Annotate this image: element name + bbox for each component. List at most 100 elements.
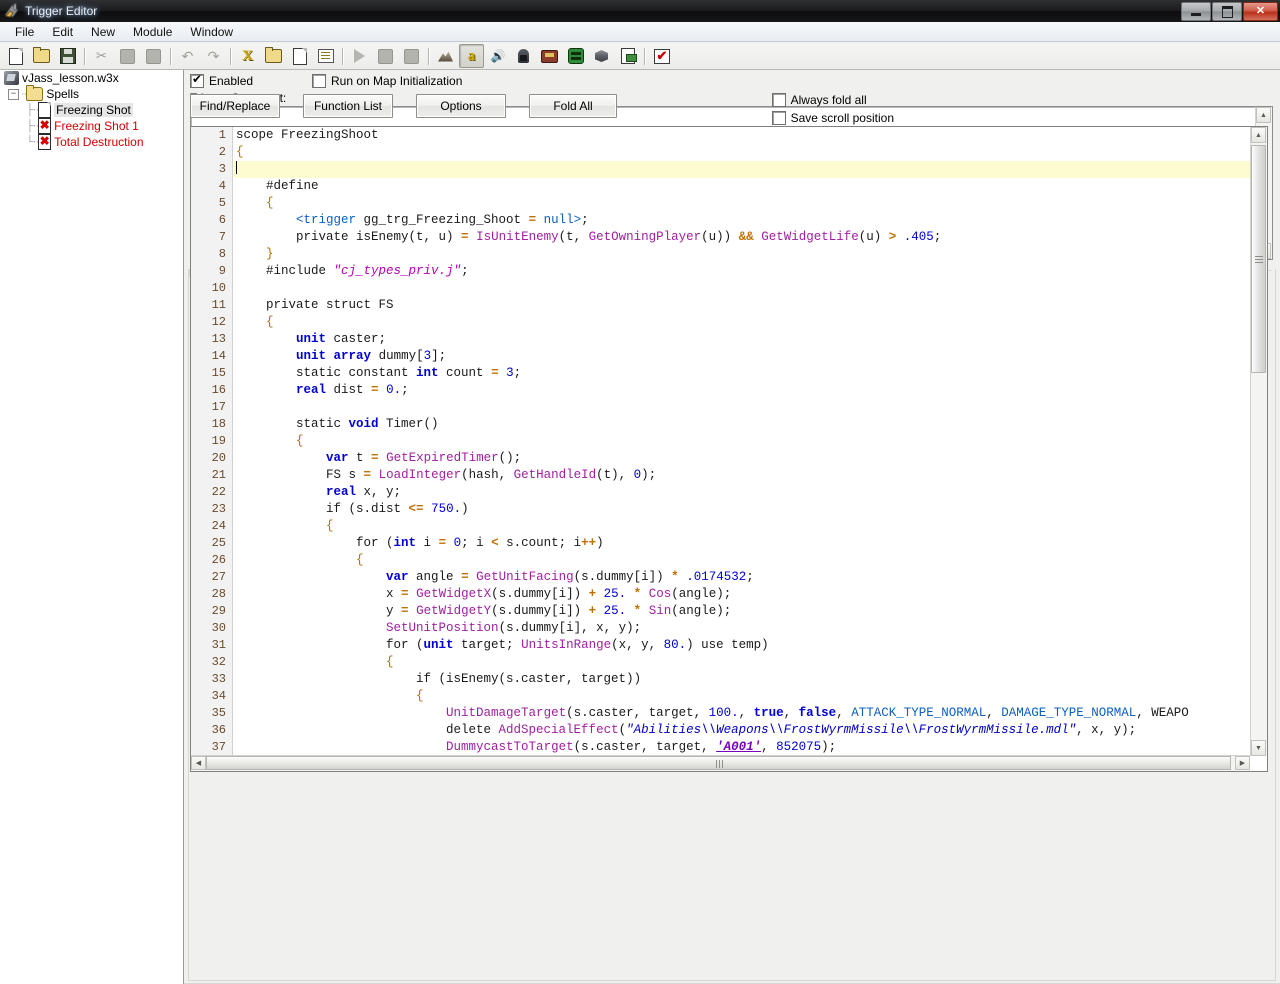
code-line[interactable]: { bbox=[234, 552, 1250, 569]
close-map-button[interactable]: X bbox=[235, 44, 260, 68]
code-line[interactable]: { bbox=[234, 518, 1250, 535]
code-line[interactable]: private isEnemy(t, u) = IsUnitEnemy(t, G… bbox=[234, 229, 1250, 246]
open-folder-button[interactable] bbox=[29, 44, 54, 68]
function-list-button[interactable]: Function List bbox=[303, 94, 393, 118]
code-line[interactable]: SetUnitPosition(s.dummy[i], x, y); bbox=[234, 620, 1250, 637]
code-line[interactable]: delete AddSpecialEffect("Abilities\\Weap… bbox=[234, 722, 1250, 739]
window-controls[interactable]: ✕ bbox=[1181, 2, 1278, 21]
new-file-button[interactable] bbox=[3, 44, 28, 68]
code-line[interactable]: { bbox=[234, 144, 1250, 161]
tree-category-spells[interactable]: − ·· Spells bbox=[0, 86, 183, 102]
menu-window[interactable]: Window bbox=[181, 23, 242, 41]
code-line[interactable]: } bbox=[234, 246, 1250, 263]
close-button[interactable]: ✕ bbox=[1243, 2, 1278, 21]
new-category-button[interactable] bbox=[261, 44, 286, 68]
code-line[interactable]: if (s.dist <= 750.) bbox=[234, 501, 1250, 518]
tree-item-freezing-shot-1[interactable]: ├·· Freezing Shot 1 bbox=[0, 118, 183, 134]
code-line[interactable]: { bbox=[234, 314, 1250, 331]
code-line[interactable]: #include "cj_types_priv.j"; bbox=[234, 263, 1250, 280]
menu-new[interactable]: New bbox=[82, 23, 124, 41]
minimize-button[interactable] bbox=[1181, 2, 1211, 21]
title-bar[interactable]: Trigger Editor ✕ bbox=[0, 0, 1280, 22]
code-line[interactable]: var angle = GetUnitFacing(s.dummy[i]) * … bbox=[234, 569, 1250, 586]
object-editor-button[interactable] bbox=[511, 44, 536, 68]
undo-button[interactable]: ↶ bbox=[175, 44, 200, 68]
editor-horizontal-scrollbar[interactable]: ◀ ▶ bbox=[191, 755, 1250, 771]
enabled-checkbox[interactable]: Enabled bbox=[190, 74, 312, 88]
object-manager-button[interactable] bbox=[589, 44, 614, 68]
menu-edit[interactable]: Edit bbox=[43, 23, 82, 41]
code-line[interactable]: { bbox=[234, 688, 1250, 705]
code-line[interactable]: var t = GetExpiredTimer(); bbox=[234, 450, 1250, 467]
find-replace-button[interactable]: Find/Replace bbox=[190, 94, 280, 118]
save-scroll-position-checkbox[interactable]: Save scroll position bbox=[772, 111, 894, 125]
code-line[interactable]: scope FreezingShoot bbox=[234, 127, 1250, 144]
code-line[interactable]: if (isEnemy(s.caster, target)) bbox=[234, 671, 1250, 688]
code-line[interactable]: y = GetWidgetY(s.dummy[i]) + 25. * Sin(a… bbox=[234, 603, 1250, 620]
code-editor[interactable]: 1234567891011121314151617181920212223242… bbox=[190, 126, 1268, 772]
code-line[interactable]: for (unit target; UnitsInRange(x, y, 80.… bbox=[234, 637, 1250, 654]
code-line[interactable]: private struct FS bbox=[234, 297, 1250, 314]
new-trigger-comment-button[interactable] bbox=[313, 44, 338, 68]
code-line[interactable] bbox=[234, 161, 1250, 178]
code-line[interactable]: <trigger gg_trg_Freezing_Shoot = null>; bbox=[234, 212, 1250, 229]
new-trigger-button[interactable] bbox=[287, 44, 312, 68]
code-line[interactable]: unit array dummy[3]; bbox=[234, 348, 1250, 365]
jasshelper-button[interactable] bbox=[649, 44, 674, 68]
code-line[interactable]: static constant int count = 3; bbox=[234, 365, 1250, 382]
code-line[interactable]: FS s = LoadInteger(hash, GetHandleId(t),… bbox=[234, 467, 1250, 484]
tree-item-freezing-shot[interactable]: ├·· Freezing Shot bbox=[0, 102, 183, 118]
tree-item-total-destruction[interactable]: └·· Total Destruction bbox=[0, 134, 183, 150]
code-line[interactable]: UnitDamageTarget(s.caster, target, 100.,… bbox=[234, 705, 1250, 722]
scroll-up-icon[interactable]: ▲ bbox=[1256, 107, 1271, 123]
code-line[interactable] bbox=[234, 399, 1250, 416]
menu-file[interactable]: File bbox=[6, 23, 43, 41]
paste-button[interactable] bbox=[141, 44, 166, 68]
terrain-editor-button[interactable] bbox=[433, 44, 458, 68]
code-line[interactable]: unit caster; bbox=[234, 331, 1250, 348]
code-line[interactable]: real x, y; bbox=[234, 484, 1250, 501]
code-line[interactable]: for (int i = 0; i < s.count; i++) bbox=[234, 535, 1250, 552]
vertical-scroll-thumb[interactable] bbox=[1251, 145, 1266, 373]
code-line[interactable] bbox=[234, 280, 1250, 297]
save-button[interactable] bbox=[55, 44, 80, 68]
import-manager-button[interactable] bbox=[615, 44, 640, 68]
maximize-button[interactable] bbox=[1212, 2, 1242, 21]
trigger-tree[interactable]: vJass_lesson.w3x − ·· Spells ├·· Freezin… bbox=[0, 70, 184, 984]
run-on-map-init-checkbox[interactable]: Run on Map Initialization bbox=[312, 74, 462, 88]
campaign-editor-button[interactable] bbox=[537, 44, 562, 68]
test-map-button[interactable] bbox=[399, 44, 424, 68]
ai-editor-button[interactable] bbox=[563, 44, 588, 68]
tree-root-map[interactable]: vJass_lesson.w3x bbox=[0, 70, 183, 86]
sound-editor-button[interactable]: 🔊 bbox=[485, 44, 510, 68]
options-button[interactable]: Options bbox=[416, 94, 506, 118]
cut-button[interactable]: ✂ bbox=[89, 44, 114, 68]
code-text-area[interactable]: scope FreezingShoot{ #define { <trigger … bbox=[234, 127, 1250, 756]
save-map-button[interactable] bbox=[373, 44, 398, 68]
copy-button[interactable] bbox=[115, 44, 140, 68]
horizontal-scroll-thumb[interactable] bbox=[206, 756, 1231, 770]
scroll-down-icon[interactable]: ▼ bbox=[1251, 740, 1266, 756]
code-line[interactable]: { bbox=[234, 195, 1250, 212]
scroll-up-icon[interactable]: ▲ bbox=[1251, 127, 1266, 143]
code-line[interactable]: static void Timer() bbox=[234, 416, 1250, 433]
fold-all-button[interactable]: Fold All bbox=[529, 94, 617, 118]
code-line[interactable]: #define bbox=[234, 178, 1250, 195]
editor-vertical-scrollbar[interactable]: ▲ ▼ bbox=[1250, 127, 1267, 756]
code-line[interactable]: { bbox=[234, 654, 1250, 671]
code-line[interactable]: DummycastToTarget(s.caster, target, 'A00… bbox=[234, 739, 1250, 756]
checkbox-box[interactable] bbox=[772, 93, 786, 107]
code-line[interactable]: real dist = 0.; bbox=[234, 382, 1250, 399]
checkbox-box[interactable] bbox=[312, 74, 326, 88]
trigger-editor-button[interactable]: a bbox=[459, 44, 484, 68]
redo-button[interactable]: ↷ bbox=[201, 44, 226, 68]
code-line[interactable]: x = GetWidgetX(s.dummy[i]) + 25. * Cos(a… bbox=[234, 586, 1250, 603]
scroll-left-icon[interactable]: ◀ bbox=[191, 756, 206, 770]
run-trigger-button[interactable] bbox=[347, 44, 372, 68]
checkbox-box[interactable] bbox=[772, 111, 786, 125]
menu-module[interactable]: Module bbox=[124, 23, 181, 41]
code-line[interactable]: { bbox=[234, 433, 1250, 450]
checkbox-box[interactable] bbox=[190, 74, 204, 88]
expander-icon[interactable]: − bbox=[8, 89, 19, 100]
scroll-right-icon[interactable]: ▶ bbox=[1235, 756, 1250, 770]
